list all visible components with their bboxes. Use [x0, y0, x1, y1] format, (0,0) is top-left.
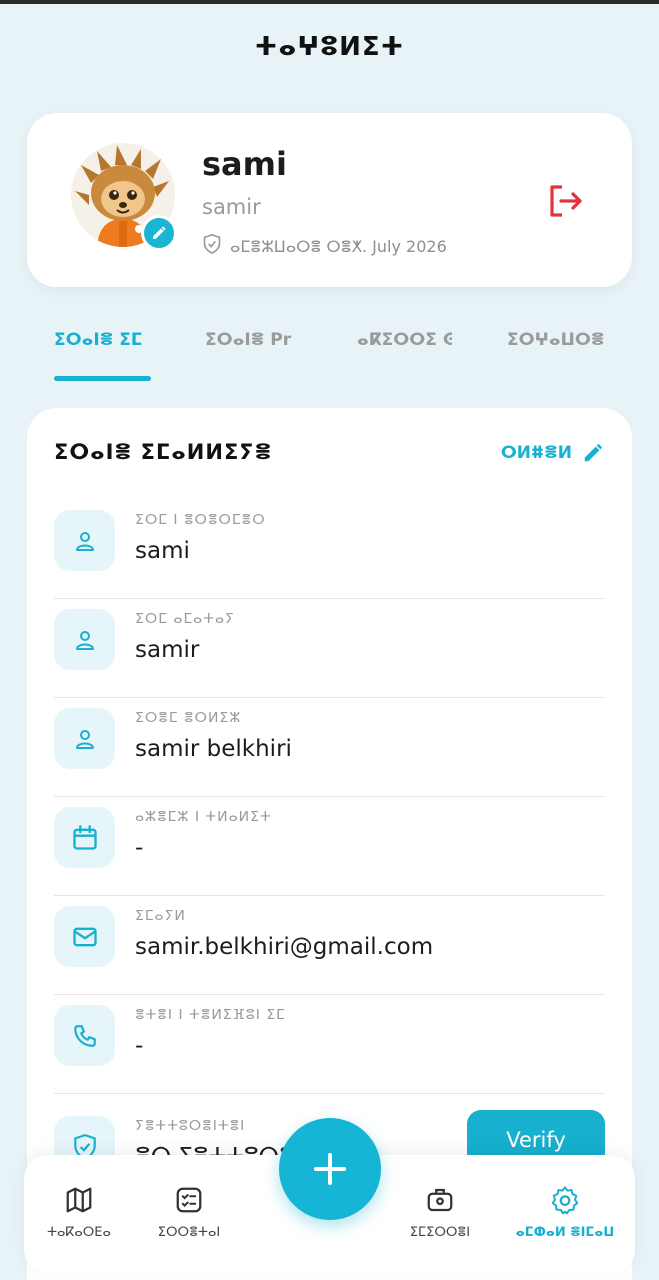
- section-title: ⵉⵔⴰⵏⴻ ⵉⵎⴰⵍⵍⵉⵢⴻ: [54, 440, 273, 464]
- field-label: ⵉⵔⴻⵎ ⴻⵔⵍⵉⵣ: [135, 710, 242, 726]
- field-value: samir: [135, 637, 200, 663]
- edit-info-label: ⵔⵍⵌⴻⵍ: [500, 443, 572, 463]
- tab-security[interactable]: ⴰⴽⵉⵔⵔⵉ ⵙ: [357, 330, 452, 350]
- member-since-row: ⴰⵎⴻⵣⵡⴰⵔⴻ ⵔⴻⵅ. July 2026: [202, 233, 447, 259]
- nav-item-tasks[interactable]: ⵉⵔⵔⴻⵜⴰⵏ: [134, 1185, 244, 1240]
- pencil-icon: [584, 443, 603, 462]
- nav-item-settings[interactable]: ⴰⵎⵀⴰⵍ ⴻⵏⵎⴰⵡ: [510, 1185, 620, 1240]
- add-button[interactable]: [279, 1118, 381, 1220]
- field-first-name: ⵉⵔⵎ ⵏ ⴻⵔⴻⵔⵎⴻⵔ sami: [54, 500, 605, 599]
- field-label: ⵢⴻⵜⵜⵓⵔⴻⵏⵜⴻⵏ: [135, 1118, 246, 1134]
- user-icon: [54, 510, 115, 571]
- field-full-name: ⵉⵔⴻⵎ ⴻⵔⵍⵉⵣ samir belkhiri: [54, 698, 605, 797]
- edit-avatar-button[interactable]: [141, 215, 177, 251]
- calendar-icon: [54, 807, 115, 868]
- profile-tabs: ⵉⵔⴰⵏⴻ ⵉⵎ ⵉⵔⴰⵏⴻ Pr ⴰⴽⵉⵔⵔⵉ ⵙ ⵉⵔⵖⴰⵡⵔⴻ: [0, 318, 659, 382]
- map-icon: [66, 1187, 92, 1213]
- logout-icon: [550, 185, 582, 217]
- nav-item-jobs[interactable]: ⵉⵎⵉⵔⵔⴻⵏ: [385, 1185, 495, 1240]
- field-label: ⵉⵔⵎ ⴰⵎⴰⵜⴰⵢ: [135, 611, 235, 627]
- field-birth-date: ⴰⵣⴻⵎⵣ ⵏ ⵜⵍⴰⵍⵉⵜ -: [54, 797, 605, 896]
- member-since-text: ⴰⵎⴻⵣⵡⴰⵔⴻ ⵔⴻⵅ. July 2026: [230, 236, 447, 256]
- nav-label: ⴰⵎⵀⴰⵍ ⴻⵏⵎⴰⵡ: [515, 1225, 615, 1240]
- page-title: ⵜⴰⵖⵓⵍⵉⵜ: [254, 32, 405, 62]
- user-icon: [54, 609, 115, 670]
- plus-icon: [314, 1153, 346, 1185]
- field-email: ⵉⵎⴰⵢⵍ samir.belkhiri@gmail.com: [54, 896, 605, 995]
- tab-preferences[interactable]: ⵉⵔⵖⴰⵡⵔⴻ: [507, 330, 607, 350]
- avatar-container[interactable]: [71, 143, 177, 251]
- profile-card: sami samir ⴰⵎⴻⵣⵡⴰⵔⴻ ⵔⴻⵅ. July 2026: [27, 113, 632, 287]
- shield-check-icon: [202, 233, 222, 259]
- checklist-icon: [176, 1187, 202, 1213]
- field-value: samir belkhiri: [135, 736, 292, 762]
- nav-label: ⵉⵎⵉⵔⵔⴻⵏ: [409, 1225, 471, 1240]
- nav-label: ⵜⴰⴽⴰⵔⴹⴰ: [47, 1225, 111, 1240]
- field-value: -: [135, 835, 144, 861]
- field-label: ⴰⵣⴻⵎⵣ ⵏ ⵜⵍⴰⵍⵉⵜ: [135, 809, 272, 825]
- field-label: ⴻⵜⴻⵏ ⵏ ⵜⴻⵍⵉⴼⵓⵏ ⵉⵎ: [135, 1007, 286, 1023]
- user-icon: [54, 708, 115, 769]
- briefcase-icon: [427, 1188, 453, 1212]
- field-value: samir.belkhiri@gmail.com: [135, 934, 434, 960]
- logout-button[interactable]: [546, 181, 586, 221]
- edit-info-button[interactable]: ⵔⵍⵌⴻⵍ: [501, 442, 604, 464]
- nav-label: ⵉⵔⵔⴻⵜⴰⵏ: [157, 1225, 221, 1240]
- field-phone: ⴻⵜⴻⵏ ⵏ ⵜⴻⵍⵉⴼⵓⵏ ⵉⵎ -: [54, 995, 605, 1094]
- profile-username: samir: [202, 195, 261, 219]
- status-bar-edge: [0, 0, 659, 4]
- field-value: -: [135, 1033, 144, 1059]
- field-label: ⵉⵔⵎ ⵏ ⴻⵔⴻⵔⵎⴻⵔ: [135, 512, 266, 528]
- field-value: sami: [135, 538, 190, 564]
- divider: [54, 1093, 605, 1094]
- profile-name: sami: [202, 145, 287, 183]
- tab-professional[interactable]: ⵉⵔⴰⵏⴻ Pr: [205, 330, 301, 350]
- mail-icon: [54, 906, 115, 967]
- tab-personal-info[interactable]: ⵉⵔⴰⵏⴻ ⵉⵎ: [54, 330, 154, 350]
- nav-item-map[interactable]: ⵜⴰⴽⴰⵔⴹⴰ: [24, 1185, 134, 1240]
- phone-icon: [54, 1005, 115, 1066]
- pencil-icon: [153, 226, 166, 239]
- field-label: ⵉⵎⴰⵢⵍ: [135, 908, 186, 924]
- active-tab-indicator: [54, 376, 151, 381]
- settings-icon: [551, 1186, 579, 1215]
- field-username: ⵉⵔⵎ ⴰⵎⴰⵜⴰⵢ samir: [54, 599, 605, 698]
